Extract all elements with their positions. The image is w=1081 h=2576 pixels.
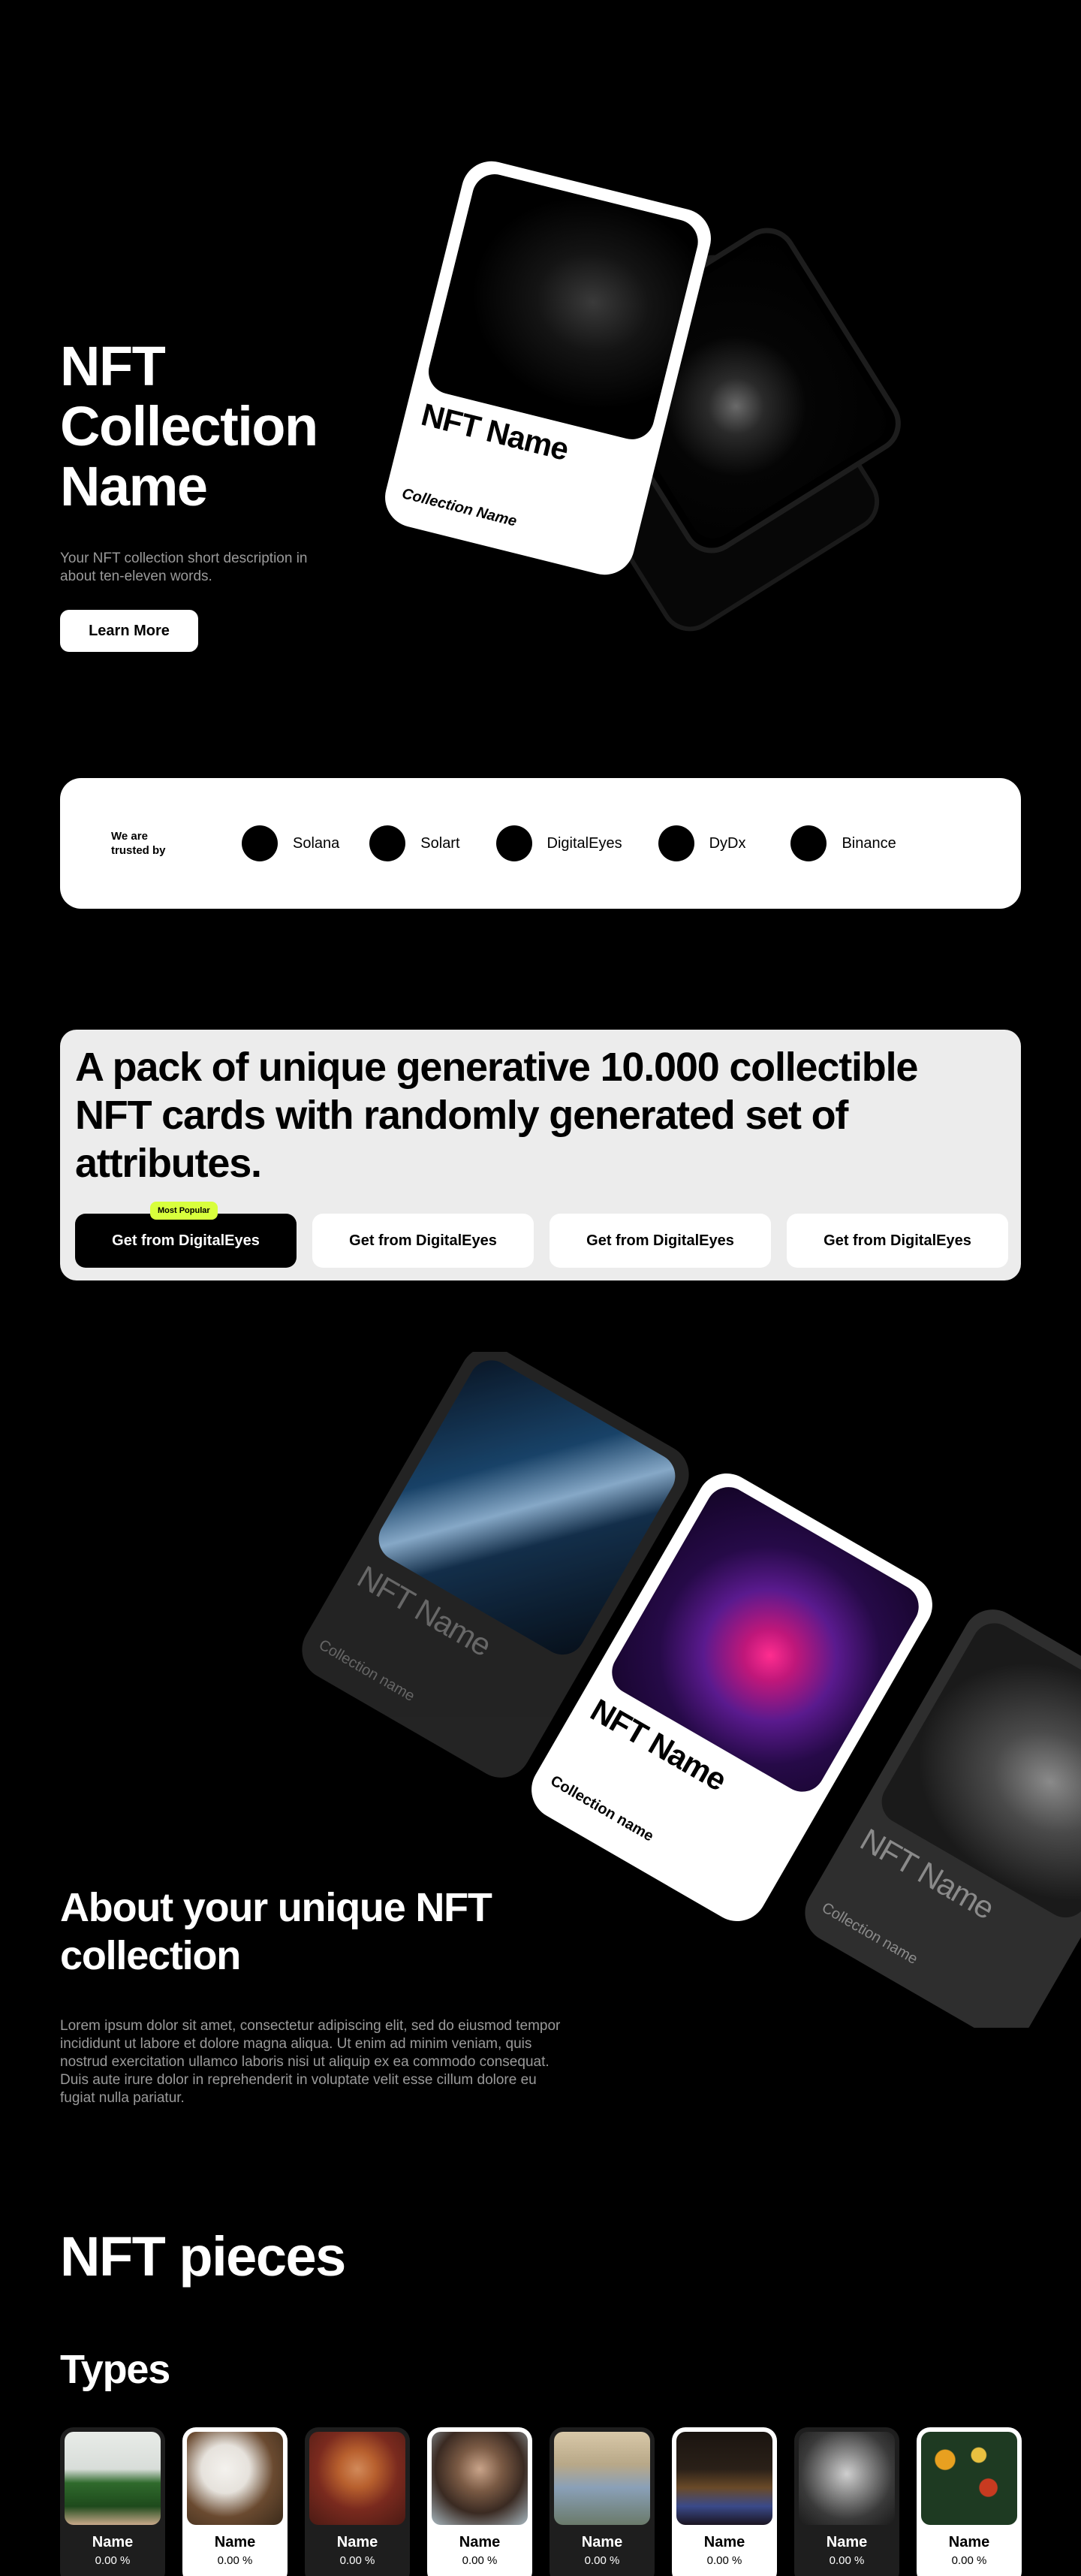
types-title: Types [60, 2347, 170, 2392]
partner-logo-icon [658, 825, 694, 861]
type-image-portrait-bw [799, 2432, 895, 2525]
type-card-1[interactable]: Name 0.00 % [60, 2427, 165, 2576]
button-label: Get from DigitalEyes [112, 1232, 260, 1249]
trusted-by-bar: We are trusted by Solana Solart DigitalE… [60, 778, 1021, 909]
partner-name: Solana [293, 834, 340, 852]
pack-buttons: Most Popular Get from DigitalEyes Get fr… [75, 1202, 1008, 1268]
type-percentage: 0.00 % [339, 2554, 375, 2567]
type-card-2[interactable]: Name 0.00 % [182, 2427, 288, 2576]
type-percentage: 0.00 % [829, 2554, 865, 2567]
hero-section: NFT Collection Name Your NFT collection … [60, 336, 375, 652]
button-label: Get from DigitalEyes [586, 1232, 734, 1249]
type-card-3[interactable]: Name 0.00 % [305, 2427, 410, 2576]
type-card-4[interactable]: Name 0.00 % [427, 2427, 532, 2576]
hero-card-subtitle: Collection Name [400, 485, 519, 530]
pack-title: A pack of unique generative 10.000 colle… [75, 1045, 918, 1186]
partner-logo-icon [369, 825, 406, 861]
get-from-digitaleyes-button-2[interactable]: Get from DigitalEyes [312, 1214, 534, 1268]
type-card-8[interactable]: Name 0.00 % [917, 2427, 1022, 2576]
partner-digitaleyes[interactable]: DigitalEyes [495, 825, 622, 861]
type-percentage: 0.00 % [217, 2554, 253, 2567]
type-image-portrait-hat [309, 2432, 405, 2525]
hero-description: Your NFT collection short description in… [60, 550, 308, 584]
type-percentage: 0.00 % [462, 2554, 498, 2567]
type-percentage: 0.00 % [706, 2554, 742, 2567]
trusted-label: We are trusted by [111, 830, 166, 857]
partner-solart[interactable]: Solart [369, 825, 460, 861]
type-name: Name [459, 2534, 501, 2550]
type-name: Name [703, 2534, 745, 2550]
hero-card-stack: NFT Name Collection Name [378, 155, 1036, 691]
hero-title: NFT Collection Name [60, 335, 318, 517]
partner-name: Solart [420, 834, 460, 852]
type-percentage: 0.00 % [95, 2554, 131, 2567]
most-popular-badge: Most Popular [150, 1202, 218, 1220]
type-image-portrait-woman [432, 2432, 528, 2525]
showcase-card-center-subtitle: Collection name [547, 1772, 657, 1845]
showcase-card-right-subtitle: Collection name [818, 1899, 921, 1968]
learn-more-button[interactable]: Learn More [60, 610, 198, 652]
type-card-6[interactable]: Name 0.00 % [672, 2427, 777, 2576]
type-image-portrait-outdoor [554, 2432, 650, 2525]
type-name: Name [214, 2534, 256, 2550]
type-card-7[interactable]: Name 0.00 % [794, 2427, 899, 2576]
button-label: Get from DigitalEyes [349, 1232, 497, 1249]
about-title: About your unique NFT collection [60, 1885, 492, 1978]
type-image-knit-gloves [65, 2432, 161, 2525]
type-name: Name [581, 2534, 623, 2550]
get-from-digitaleyes-button-4[interactable]: Get from DigitalEyes [787, 1214, 1008, 1268]
types-list: Name 0.00 % Name 0.00 % Name 0.00 % Name… [60, 2427, 1022, 2576]
type-name: Name [336, 2534, 378, 2550]
type-name: Name [92, 2534, 134, 2550]
button-label: Get from DigitalEyes [824, 1232, 971, 1249]
partner-binance[interactable]: Binance [790, 825, 896, 861]
type-percentage: 0.00 % [584, 2554, 620, 2567]
partner-name: DigitalEyes [547, 834, 622, 852]
get-from-digitaleyes-button-3[interactable]: Get from DigitalEyes [550, 1214, 771, 1268]
get-from-digitaleyes-button-popular[interactable]: Most Popular Get from DigitalEyes [75, 1202, 297, 1268]
pack-section: A pack of unique generative 10.000 colle… [60, 1030, 1021, 1280]
partner-logo-icon [495, 825, 532, 861]
partner-solana[interactable]: Solana [242, 825, 339, 861]
partner-logo-icon [790, 825, 827, 861]
partner-name: Binance [842, 834, 896, 852]
type-name: Name [826, 2534, 868, 2550]
type-card-5[interactable]: Name 0.00 % [550, 2427, 655, 2576]
partner-name: DyDx [709, 834, 746, 852]
type-name: Name [948, 2534, 990, 2550]
type-image-fruit-pattern [921, 2432, 1017, 2525]
nft-pieces-title: NFT pieces [60, 2225, 346, 2288]
partner-dydx[interactable]: DyDx [658, 825, 746, 861]
partner-logo-icon [242, 825, 278, 861]
type-percentage: 0.00 % [951, 2554, 987, 2567]
hero-card-front-image [423, 169, 703, 445]
showcase-card-left-subtitle: Collection name [315, 1636, 418, 1705]
type-image-city-night [676, 2432, 772, 2525]
type-image-coffee [187, 2432, 283, 2525]
about-body: Lorem ipsum dolor sit amet, consectetur … [60, 2018, 561, 2106]
